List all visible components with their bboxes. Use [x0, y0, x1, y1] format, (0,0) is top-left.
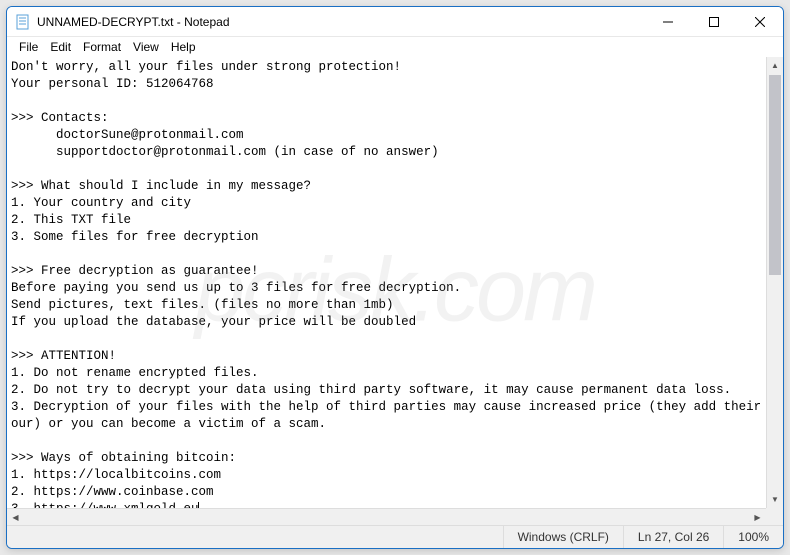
- menu-view[interactable]: View: [127, 38, 165, 56]
- content-area: Don't worry, all your files under strong…: [7, 57, 783, 525]
- text-editor[interactable]: Don't worry, all your files under strong…: [7, 57, 783, 525]
- menu-edit[interactable]: Edit: [44, 38, 77, 56]
- vertical-scrollbar[interactable]: ▲ ▼: [766, 57, 783, 508]
- status-encoding-mode: Windows (CRLF): [503, 526, 623, 548]
- scrollbar-corner: [766, 508, 783, 525]
- maximize-button[interactable]: [691, 7, 737, 36]
- status-zoom: 100%: [723, 526, 783, 548]
- menu-help[interactable]: Help: [165, 38, 202, 56]
- window-title: UNNAMED-DECRYPT.txt - Notepad: [37, 15, 645, 29]
- notepad-window: UNNAMED-DECRYPT.txt - Notepad File Edit …: [6, 6, 784, 549]
- menubar: File Edit Format View Help: [7, 37, 783, 57]
- status-position: Ln 27, Col 26: [623, 526, 723, 548]
- scroll-up-button[interactable]: ▲: [767, 57, 783, 74]
- vertical-scroll-thumb[interactable]: [769, 75, 781, 275]
- statusbar: Windows (CRLF) Ln 27, Col 26 100%: [7, 525, 783, 548]
- notepad-icon: [15, 14, 31, 30]
- scroll-left-button[interactable]: ◀: [7, 509, 24, 525]
- horizontal-scrollbar[interactable]: ◀ ▶: [7, 508, 766, 525]
- scroll-right-button[interactable]: ▶: [749, 509, 766, 525]
- menu-file[interactable]: File: [13, 38, 44, 56]
- close-button[interactable]: [737, 7, 783, 36]
- titlebar[interactable]: UNNAMED-DECRYPT.txt - Notepad: [7, 7, 783, 37]
- menu-format[interactable]: Format: [77, 38, 127, 56]
- scroll-down-button[interactable]: ▼: [767, 491, 783, 508]
- window-controls: [645, 7, 783, 36]
- minimize-button[interactable]: [645, 7, 691, 36]
